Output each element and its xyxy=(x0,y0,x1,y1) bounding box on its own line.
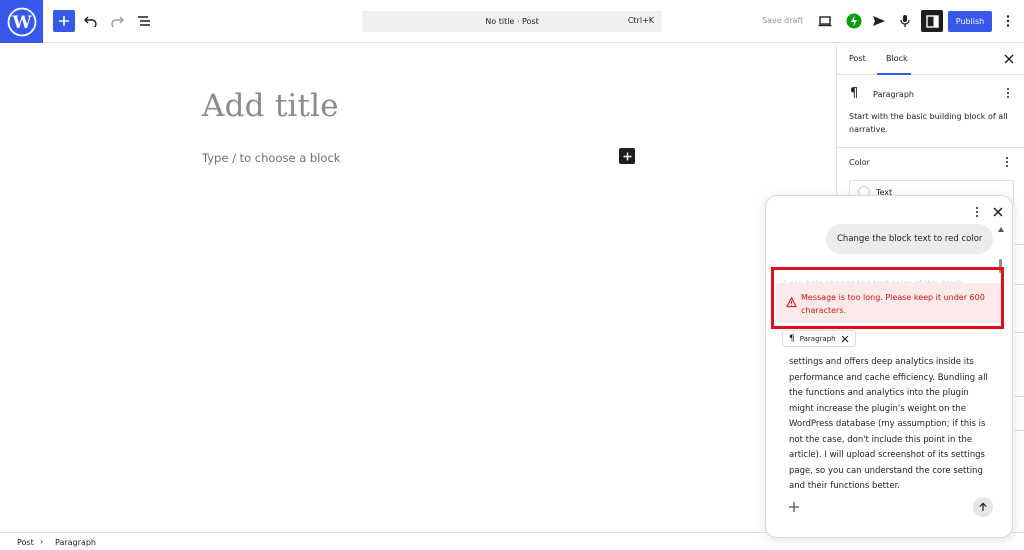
svg-text:W: W xyxy=(11,13,32,33)
wordpress-logo-icon[interactable]: W xyxy=(0,0,43,43)
plus-icon xyxy=(623,152,631,160)
chevron-right-icon: › xyxy=(40,537,44,546)
breadcrumb-item-paragraph[interactable]: Paragraph xyxy=(55,538,96,547)
document-title-label: No title · Post xyxy=(485,17,539,26)
redo-icon xyxy=(111,16,124,27)
chat-scrollbar-thumb[interactable] xyxy=(999,259,1002,273)
send-icon xyxy=(873,16,885,26)
divider xyxy=(1014,396,1024,397)
close-icon[interactable] xyxy=(1003,53,1015,65)
undo-button[interactable] xyxy=(80,10,102,32)
publish-button[interactable]: Publish xyxy=(948,11,992,32)
remove-chip-icon[interactable] xyxy=(841,335,849,343)
active-tab-indicator xyxy=(877,73,911,75)
sidebar-tabs: Post Block xyxy=(837,44,1024,75)
jetpack-button[interactable] xyxy=(843,10,865,32)
chat-message-input[interactable]: settings and offers deep analytics insid… xyxy=(789,355,989,495)
microphone-icon xyxy=(900,15,910,27)
save-draft-button[interactable]: Save draft xyxy=(762,16,803,25)
command-shortcut: Ctrl+K xyxy=(627,16,654,25)
block-name: Paragraph xyxy=(873,90,914,99)
block-options-icon[interactable] xyxy=(1004,86,1012,100)
ai-chat-panel: Change the block text to red color I can… xyxy=(765,195,1013,538)
inline-add-block-button[interactable] xyxy=(619,148,635,164)
more-options-icon xyxy=(1006,15,1010,27)
color-options-icon[interactable] xyxy=(1003,155,1011,169)
tab-post[interactable]: Post xyxy=(849,54,866,63)
divider xyxy=(1014,284,1024,285)
plus-icon[interactable] xyxy=(788,501,800,513)
settings-sidebar-toggle[interactable] xyxy=(921,10,943,32)
divider xyxy=(1014,430,1024,431)
arrow-up-icon xyxy=(979,502,987,511)
divider xyxy=(1014,244,1024,245)
scroll-up-icon[interactable] xyxy=(998,227,1004,232)
error-notice: Message is too long. Please keep it unde… xyxy=(776,283,1002,323)
paragraph-icon: ¶ xyxy=(789,333,795,344)
warning-icon xyxy=(786,297,797,308)
user-message-bubble: Change the block text to red color xyxy=(826,224,994,254)
undo-icon xyxy=(84,16,97,27)
editor-toolbar: W No title · Post Ctrl+K Save draft Publ… xyxy=(0,0,1024,43)
desktop-preview-icon xyxy=(818,16,832,27)
chat-options-icon[interactable] xyxy=(974,205,980,219)
post-title-input[interactable]: Add title xyxy=(202,88,339,124)
block-description: Start with the basic building block of a… xyxy=(849,112,1008,134)
chip-label: Paragraph xyxy=(799,334,836,343)
send-button[interactable] xyxy=(868,10,890,32)
block-context-chip: ¶ Paragraph xyxy=(782,330,856,347)
command-palette-bar[interactable]: No title · Post Ctrl+K xyxy=(362,11,662,32)
list-view-icon xyxy=(138,16,150,26)
redo-button[interactable] xyxy=(106,10,128,32)
breadcrumb-item-post[interactable]: Post xyxy=(17,538,34,547)
more-options-button[interactable] xyxy=(997,10,1019,32)
microphone-button[interactable] xyxy=(894,10,916,32)
settings-sidebar-icon xyxy=(925,14,939,28)
jetpack-icon xyxy=(846,13,862,29)
tab-block[interactable]: Block xyxy=(886,54,908,63)
editor-canvas: Add title Type / to choose a block xyxy=(0,44,836,532)
paragraph-icon: ¶ xyxy=(850,86,859,101)
divider xyxy=(1014,332,1024,333)
block-card: ¶ Paragraph Start with the basic buildin… xyxy=(837,76,1024,148)
error-message: Message is too long. Please keep it unde… xyxy=(801,293,985,315)
paragraph-block-placeholder[interactable]: Type / to choose a block xyxy=(202,151,340,165)
color-section-heading: Color xyxy=(849,158,870,167)
plus-icon xyxy=(59,16,69,26)
close-icon[interactable] xyxy=(991,205,1005,219)
send-message-button[interactable] xyxy=(973,497,993,517)
list-view-button[interactable] xyxy=(133,10,155,32)
preview-button[interactable] xyxy=(814,10,836,32)
add-block-button[interactable] xyxy=(53,10,75,32)
